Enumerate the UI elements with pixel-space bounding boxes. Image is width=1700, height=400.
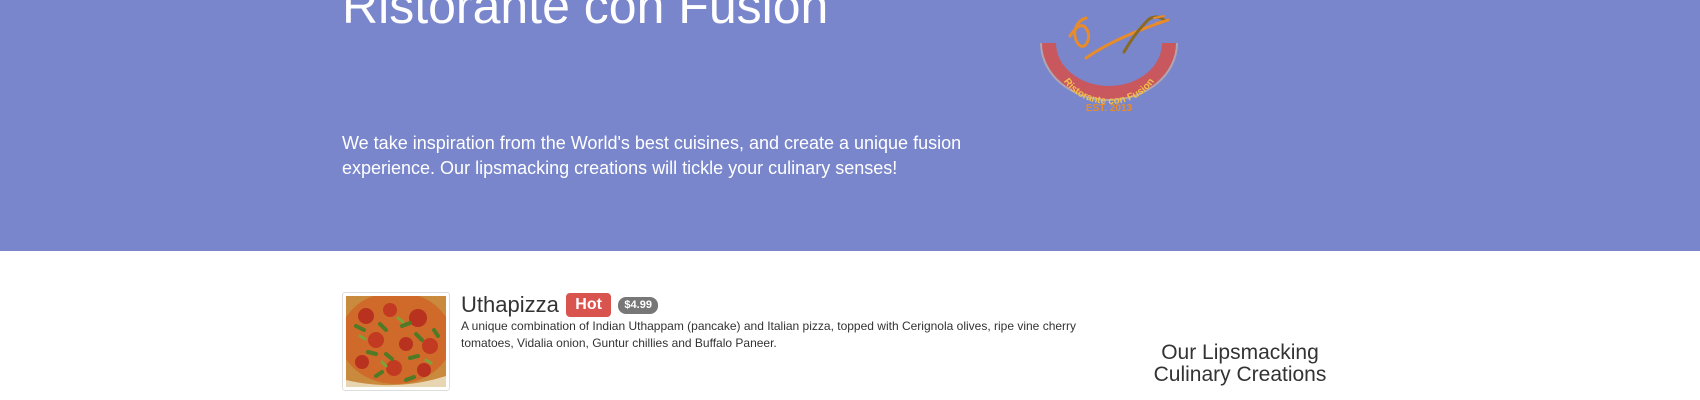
hot-badge: Hot xyxy=(566,293,611,317)
restaurant-logo-icon: Ristorante con Fusion EST. 2013 xyxy=(1036,14,1182,114)
site-title: Ristorante con Fusion xyxy=(342,0,829,34)
jumbotron-header: Ristorante con Fusion We take inspiratio… xyxy=(0,0,1700,251)
logo-est-text: EST. 2013 xyxy=(1086,103,1133,114)
pizza-image-icon[interactable] xyxy=(342,292,450,391)
price-badge: $4.99 xyxy=(618,296,658,314)
dish-description: A unique combination of Indian Uthappam … xyxy=(461,319,1077,350)
sidebar-heading: Our Lipsmacking Culinary Creations xyxy=(1153,341,1327,386)
dish-heading: Uthapizza Hot $4.99 xyxy=(461,292,658,318)
dish-name: Uthapizza xyxy=(461,292,559,317)
site-tagline: We take inspiration from the World's bes… xyxy=(342,133,962,178)
